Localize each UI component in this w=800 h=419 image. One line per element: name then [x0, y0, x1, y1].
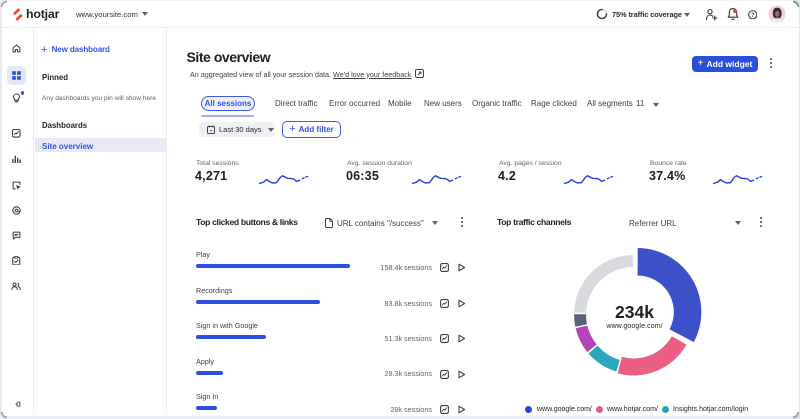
svg-text:?: ? [750, 12, 754, 18]
